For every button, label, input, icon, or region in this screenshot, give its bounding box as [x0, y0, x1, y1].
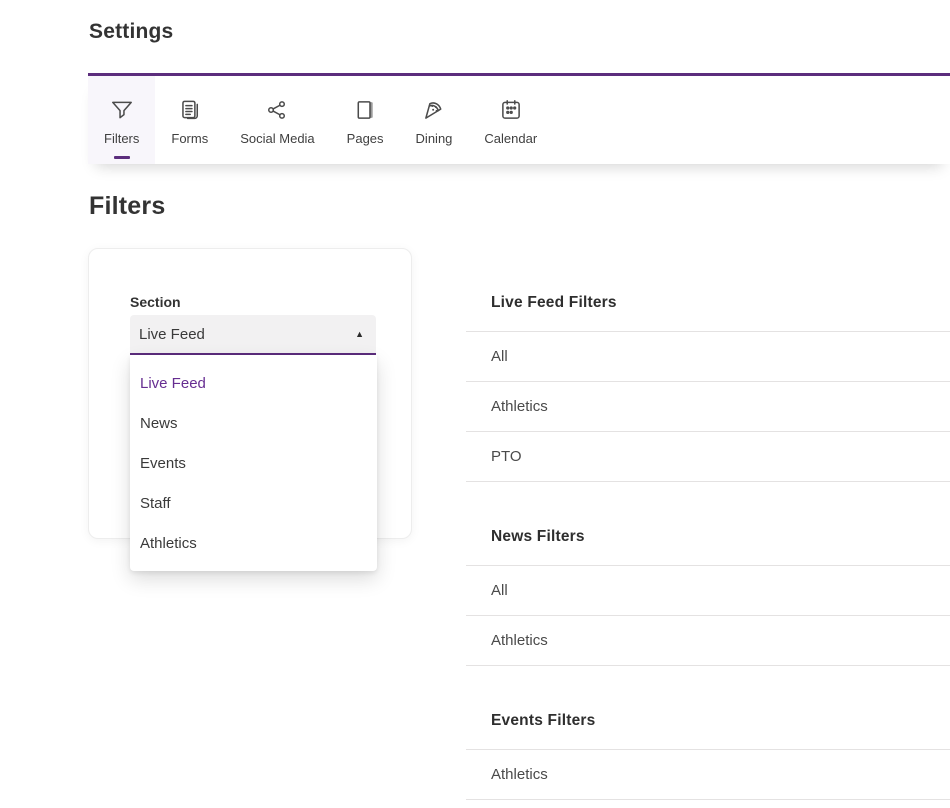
documents-icon — [177, 96, 203, 124]
filter-group-live-feed: Live Feed Filters All Athletics PTO — [466, 293, 950, 482]
filter-row[interactable]: All — [466, 331, 950, 381]
section-card: Section Live Feed ▲ Live Feed News Event… — [88, 248, 412, 539]
tab-label: Dining — [416, 131, 453, 146]
active-tab-underline — [114, 156, 130, 159]
tab-filters[interactable]: Filters — [88, 76, 155, 164]
dropdown-option-staff[interactable]: Staff — [130, 483, 377, 523]
section-field-label: Section — [130, 294, 411, 311]
pizza-icon — [421, 96, 447, 124]
content-row: Section Live Feed ▲ Live Feed News Event… — [0, 248, 950, 800]
filter-lists-panel: Live Feed Filters All Athletics PTO News… — [466, 248, 950, 800]
dropdown-option-live-feed[interactable]: Live Feed — [130, 363, 377, 403]
section-dropdown-menu: Live Feed News Events Staff Athletics — [130, 355, 377, 571]
dropdown-option-events[interactable]: Events — [130, 443, 377, 483]
tab-pages[interactable]: Pages — [331, 76, 400, 164]
page-title: Settings — [0, 0, 950, 46]
tab-social-media[interactable]: Social Media — [224, 76, 330, 164]
tab-label: Pages — [347, 131, 384, 146]
book-icon — [352, 96, 378, 124]
dropdown-option-athletics[interactable]: Athletics — [130, 523, 377, 563]
tab-label: Calendar — [484, 131, 537, 146]
filter-row[interactable]: All — [466, 565, 950, 615]
funnel-icon — [109, 96, 135, 124]
share-icon — [264, 96, 290, 124]
caret-up-icon: ▲ — [355, 330, 364, 339]
tab-dining[interactable]: Dining — [400, 76, 469, 164]
filter-row[interactable]: Athletics — [466, 381, 950, 431]
tab-label: Forms — [171, 131, 208, 146]
settings-page: Settings Filters Forms Social Media — [0, 0, 950, 808]
section-select-value: Live Feed — [139, 326, 205, 343]
filter-rows: All Athletics PTO — [466, 331, 950, 482]
section-card-column: Section Live Feed ▲ Live Feed News Event… — [0, 248, 466, 539]
group-title: News Filters — [491, 527, 950, 547]
settings-tabbar: Filters Forms Social Media Pages — [88, 76, 950, 164]
filter-rows: Athletics — [466, 749, 950, 800]
filter-rows: All Athletics — [466, 565, 950, 666]
tab-label: Social Media — [240, 131, 314, 146]
filter-row[interactable]: Athletics — [466, 615, 950, 665]
section-select[interactable]: Live Feed ▲ — [130, 315, 376, 355]
filters-heading: Filters — [89, 192, 950, 221]
filter-group-news: News Filters All Athletics — [466, 527, 950, 666]
tab-label: Filters — [104, 131, 139, 146]
group-title: Events Filters — [491, 711, 950, 731]
calendar-icon — [498, 96, 524, 124]
dropdown-option-news[interactable]: News — [130, 403, 377, 443]
tab-forms[interactable]: Forms — [155, 76, 224, 164]
filter-group-events: Events Filters Athletics — [466, 711, 950, 800]
tab-calendar[interactable]: Calendar — [468, 76, 553, 164]
filter-row[interactable]: PTO — [466, 431, 950, 481]
filter-row[interactable]: Athletics — [466, 749, 950, 799]
group-title: Live Feed Filters — [491, 293, 950, 313]
